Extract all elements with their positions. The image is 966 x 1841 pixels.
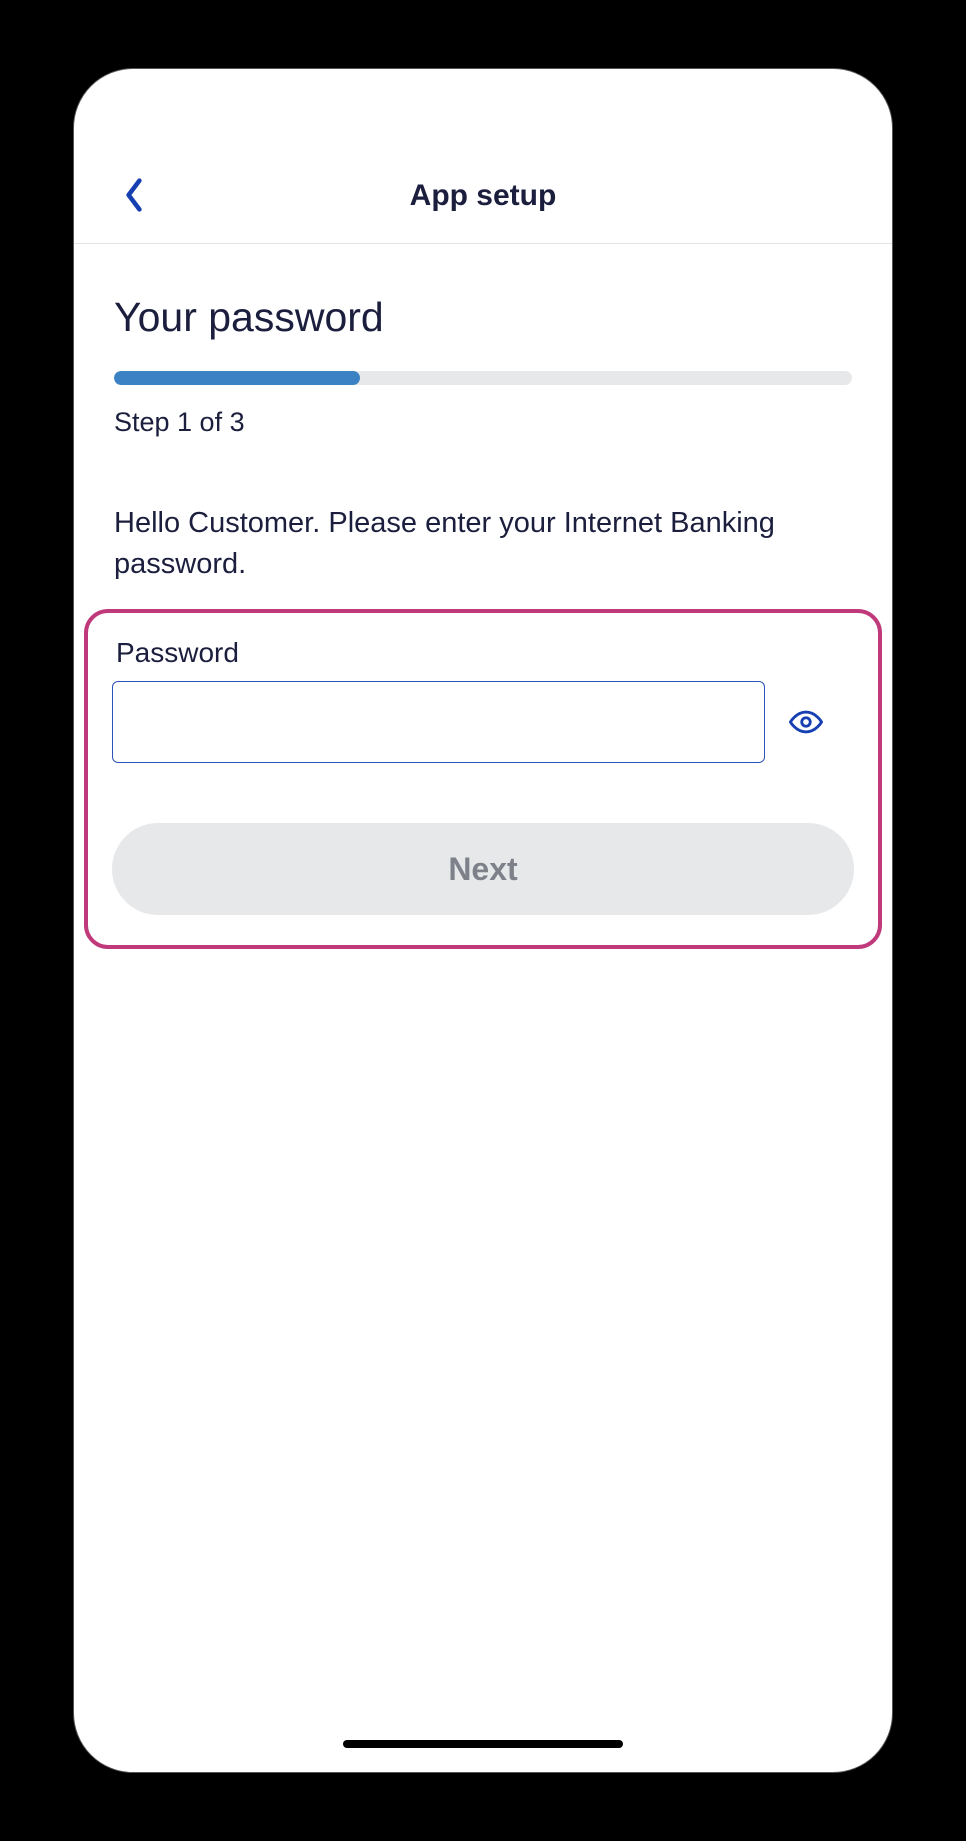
header-title: App setup: [410, 179, 557, 213]
password-label: Password: [112, 637, 854, 669]
progress-fill: [114, 371, 360, 385]
header-bar: App setup: [74, 179, 892, 244]
password-input[interactable]: [112, 681, 765, 763]
password-row: [112, 681, 854, 763]
show-password-button[interactable]: [785, 701, 827, 743]
form-highlight-box: Password Next: [84, 609, 882, 949]
back-button[interactable]: [114, 175, 154, 215]
page-title: Your password: [114, 294, 852, 341]
progress-bar: [114, 371, 852, 385]
instruction-text: Hello Customer. Please enter your Intern…: [114, 503, 852, 584]
phone-frame: App setup Your password Step 1 of 3 Hell…: [73, 68, 893, 1773]
eye-icon: [789, 705, 823, 739]
step-indicator: Step 1 of 3: [114, 407, 852, 438]
home-indicator[interactable]: [343, 1740, 623, 1748]
content-area: Your password Step 1 of 3 Hello Customer…: [74, 244, 892, 949]
chevron-left-icon: [123, 177, 145, 213]
next-button[interactable]: Next: [112, 823, 854, 915]
